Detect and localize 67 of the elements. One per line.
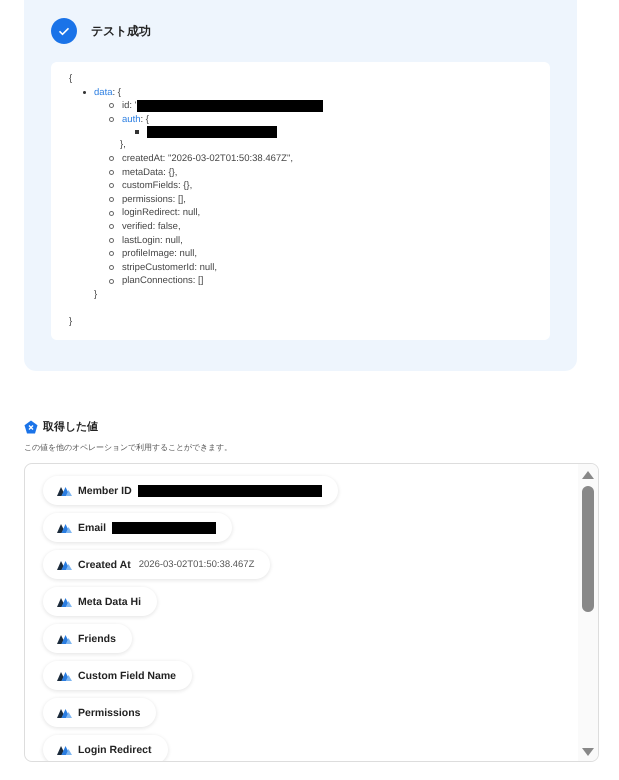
section-title: 取得した値 (43, 420, 98, 434)
scrollbar[interactable] (578, 464, 598, 762)
bullet-icon (109, 170, 114, 175)
code-text: verified: false, (122, 220, 181, 234)
bullet-icon (109, 238, 114, 243)
code-text: id: ' (122, 99, 136, 113)
value-label: Custom Field Name (78, 670, 176, 682)
value-label: Email (78, 522, 106, 534)
bullet-icon (109, 183, 114, 188)
code-key: data (94, 86, 112, 100)
bullet-icon (135, 130, 139, 134)
code-text: metaData: {}, (122, 166, 178, 180)
value-chip[interactable]: Member ID (43, 476, 338, 506)
code-text: } (69, 314, 72, 328)
code-text: planConnections: [] (122, 274, 204, 288)
code-text: profileImage: null, (122, 247, 197, 261)
code-text: : { (140, 112, 149, 126)
code-text: permissions: [], (122, 192, 186, 206)
bullet-icon (109, 265, 114, 270)
value-label: Login Redirect (78, 744, 152, 756)
bullet-icon (109, 210, 114, 216)
logo-icon (57, 708, 72, 718)
value-chip[interactable]: Created At 2026-03-02T01:50:38.467Z (43, 550, 270, 580)
value-chip[interactable]: Custom Field Name (43, 661, 192, 690)
code-key: auth (122, 112, 140, 126)
scroll-thumb[interactable] (582, 486, 594, 612)
value-label: Friends (78, 632, 116, 645)
logo-icon (57, 744, 72, 755)
code-text: { (69, 72, 72, 86)
code-text: createdAt: "2026-03-02T01:50:38.467Z", (122, 152, 293, 166)
value-label: Member ID (78, 484, 132, 497)
bullet-icon (109, 251, 114, 256)
value-chip[interactable]: Email (43, 513, 232, 542)
logo-icon (57, 670, 72, 681)
code-text: } (94, 288, 98, 302)
code-text: lastLogin: null, (122, 234, 183, 248)
bullet-icon (109, 224, 114, 230)
value-text: 2026-03-02T01:50:38.467Z (138, 559, 254, 570)
scroll-up-icon[interactable] (581, 470, 595, 480)
value-chip[interactable]: Permissions (43, 698, 156, 728)
bullet-icon (109, 156, 114, 162)
value-label: Meta Data Hi (78, 596, 142, 608)
logo-icon (57, 522, 72, 533)
scroll-down-icon[interactable] (581, 747, 595, 758)
code-text: customFields: {}, (122, 179, 192, 193)
bullet-icon (109, 197, 114, 202)
logo-icon (57, 486, 72, 496)
value-label: Created At (78, 558, 131, 571)
value-chip[interactable]: Friends (43, 624, 132, 654)
section-description: この値を他のオペレーションで利用することができます。 (24, 442, 233, 454)
code-text: stripeCustomerId: null, (122, 260, 218, 274)
bullet-icon (83, 90, 86, 94)
logo-icon (57, 634, 72, 644)
result-title: テスト成功 (91, 22, 151, 40)
value-chip[interactable]: Meta Data Hi (43, 587, 158, 616)
code-text: : { (112, 86, 121, 100)
bullet-icon (109, 103, 114, 108)
bullet-icon (109, 278, 114, 284)
check-icon (51, 18, 77, 44)
logo-icon (57, 560, 72, 570)
bullet-icon (109, 117, 114, 122)
code-text: loginRedirect: null, (122, 206, 200, 220)
variable-icon (24, 420, 38, 434)
value-label: Permissions (78, 706, 140, 719)
code-text: }, (120, 138, 126, 152)
logo-icon (57, 596, 72, 607)
value-chip[interactable]: Login Redirect (43, 735, 168, 762)
